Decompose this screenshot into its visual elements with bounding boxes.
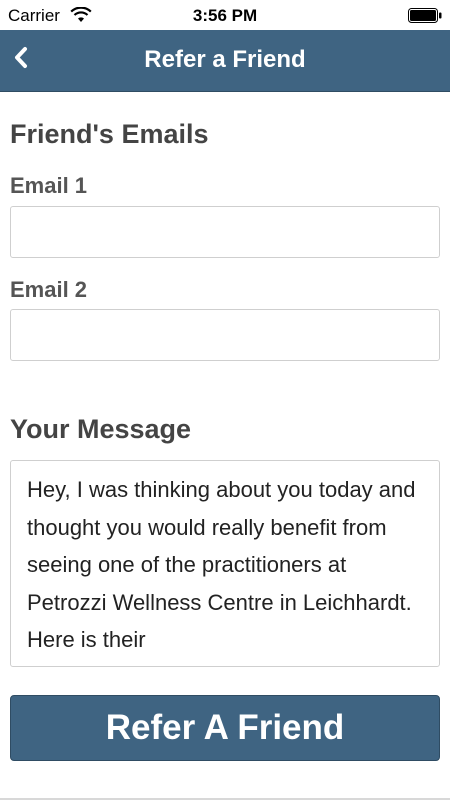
page-title: Refer a Friend: [144, 46, 306, 73]
navigation-bar: Refer a Friend: [0, 30, 450, 92]
battery-icon: [408, 8, 442, 23]
your-message-heading: Your Message: [10, 414, 192, 444]
email-2-label: Email 2: [10, 277, 88, 302]
status-time: 3:56 PM: [192, 6, 258, 25]
message-textarea[interactable]: Hey, I was thinking about you today and …: [10, 460, 440, 667]
email-1-input[interactable]: [10, 206, 440, 258]
email-1-label: Email 1: [10, 173, 88, 198]
friends-emails-heading: Friend's Emails: [10, 119, 209, 149]
refer-friend-screen: Carrier 3:56 PM Refer a Friend Friend's …: [0, 0, 450, 800]
email-2-input[interactable]: [10, 309, 440, 361]
status-bar: Carrier 3:56 PM: [0, 0, 450, 30]
refer-a-friend-button[interactable]: Refer A Friend: [10, 695, 440, 761]
